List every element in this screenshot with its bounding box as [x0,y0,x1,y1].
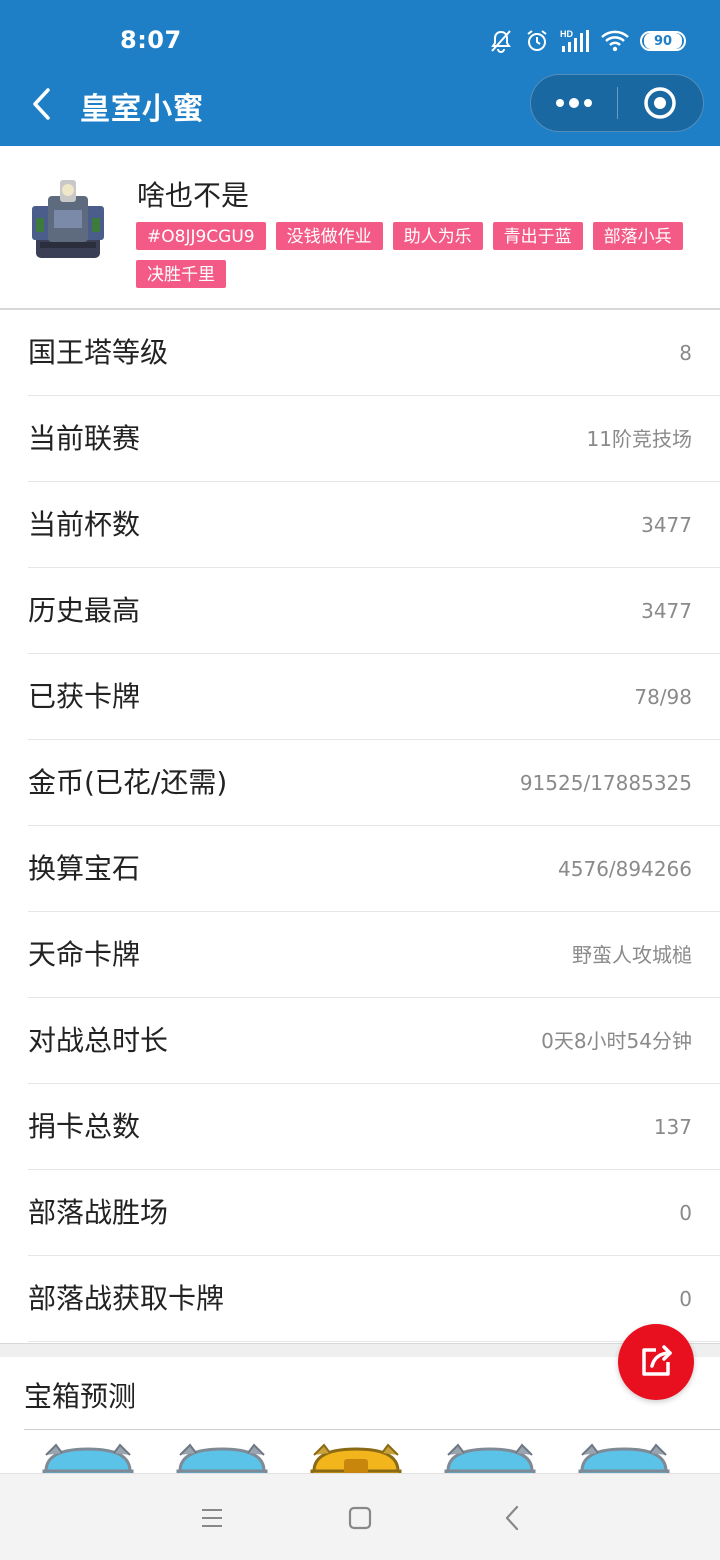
stats-list: 国王塔等级 8 当前联赛 11阶竞技场 当前杯数 3477 历史最高 3477 已获卡牌… [0,310,720,1342]
signal-icon: HD [560,28,590,54]
more-dots-icon [555,98,592,108]
stat-row-arena: 当前联赛 11阶竞技场 [28,396,720,482]
stat-label: 换算宝石 [28,852,141,885]
stat-label: 当前联赛 [28,422,141,455]
stat-row-king-level: 国王塔等级 8 [28,310,720,396]
stat-row-clan-war-cards: 部落战获取卡牌 0 [28,1256,720,1342]
close-program-button[interactable] [618,75,704,131]
silver-chest-icon [444,1443,536,1473]
chest-section-title: 宝箱预测 [24,1380,137,1413]
back-button[interactable] [22,80,62,128]
player-name: 啥也不是 [137,179,250,212]
stat-label: 历史最高 [28,594,141,627]
target-close-icon [644,87,676,119]
stat-value: 78/98 [634,685,692,709]
stat-value: 0 [679,1201,692,1225]
alarm-icon [524,28,550,54]
stat-row-cards-found: 已获卡牌 78/98 [28,654,720,740]
stat-row-donations: 捐卡总数 137 [28,1084,720,1170]
stat-row-battle-time: 对战总时长 0天8小时54分钟 [28,998,720,1084]
stat-row-gold: 金币(已花/还需) 91525/17885325 [28,740,720,826]
section-divider [0,1343,720,1357]
menu-icon [202,1509,222,1527]
stat-row-favorite-card: 天命卡牌 野蛮人攻城槌 [28,912,720,998]
battery-icon: 90 [640,31,686,51]
king-tower-avatar [30,176,106,262]
mini-program-capsule [530,74,704,132]
nav-home-button[interactable] [338,1496,382,1540]
top-bar: 8:07 HD 90 皇室小蜜 [0,0,720,146]
wifi-icon [600,28,630,54]
status-icons: HD 90 [488,26,686,56]
back-arrow-icon [505,1505,519,1531]
network-label: HD [560,29,573,39]
silver-chest-icon [578,1443,670,1473]
badge-tag: 青出于蓝 [492,222,583,250]
stat-value: 野蛮人攻城槌 [572,943,692,967]
badge-tag: 助人为乐 [392,222,483,250]
silver-chest-icon [42,1443,134,1473]
silver-chest-icon [176,1443,268,1473]
chest-prediction-section: 宝箱预测 [0,1357,720,1473]
stat-value: 3477 [641,599,692,623]
badge-tag: 没钱做作业 [275,222,383,250]
stat-label: 对战总时长 [28,1024,169,1057]
golden-chest-icon [310,1443,402,1473]
stat-label: 捐卡总数 [28,1110,141,1143]
nav-menu-button[interactable] [190,1496,234,1540]
chest-row [0,1441,720,1473]
stat-label: 当前杯数 [28,508,141,541]
system-nav-bar [0,1473,720,1560]
stat-value: 137 [653,1115,692,1139]
tag-list: #O8JJ9CGU9 没钱做作业 助人为乐 青出于蓝 部落小兵 决胜千里 [136,222,696,288]
player-tag: #O8JJ9CGU9 [136,222,266,250]
stat-value: 0 [679,1287,692,1311]
nav-back-button[interactable] [490,1496,534,1540]
stat-label: 天命卡牌 [28,938,141,971]
status-time: 8:07 [120,26,182,54]
stat-value: 0天8小时54分钟 [541,1029,692,1053]
mute-icon [488,28,514,54]
stat-label: 已获卡牌 [28,680,141,713]
stat-value: 11阶竞技场 [586,427,692,451]
chevron-left-icon [33,88,50,120]
stat-value: 4576/894266 [558,857,692,881]
share-icon [642,1345,672,1376]
stat-value: 3477 [641,513,692,537]
share-button[interactable] [618,1324,694,1400]
badge-tag: 部落小兵 [592,222,683,250]
stat-value: 8 [679,341,692,365]
stat-row-best-trophies: 历史最高 3477 [28,568,720,654]
chest-section-line [24,1429,720,1430]
battery-level: 90 [644,33,682,49]
badge-tag: 决胜千里 [136,260,226,288]
page-title: 皇室小蜜 [80,92,204,127]
more-button[interactable] [531,75,617,131]
stat-row-trophies: 当前杯数 3477 [28,482,720,568]
stat-label: 国王塔等级 [28,336,169,369]
profile-card: 啥也不是 #O8JJ9CGU9 没钱做作业 助人为乐 青出于蓝 部落小兵 决胜千… [0,146,720,310]
stat-label: 部落战胜场 [28,1196,169,1229]
stat-row-gems: 换算宝石 4576/894266 [28,826,720,912]
stat-label: 金币(已花/还需) [28,766,228,799]
stat-row-clan-war-wins: 部落战胜场 0 [28,1170,720,1256]
stat-label: 部落战获取卡牌 [28,1282,225,1315]
stat-value: 91525/17885325 [519,771,692,795]
home-square-icon [348,1506,372,1530]
